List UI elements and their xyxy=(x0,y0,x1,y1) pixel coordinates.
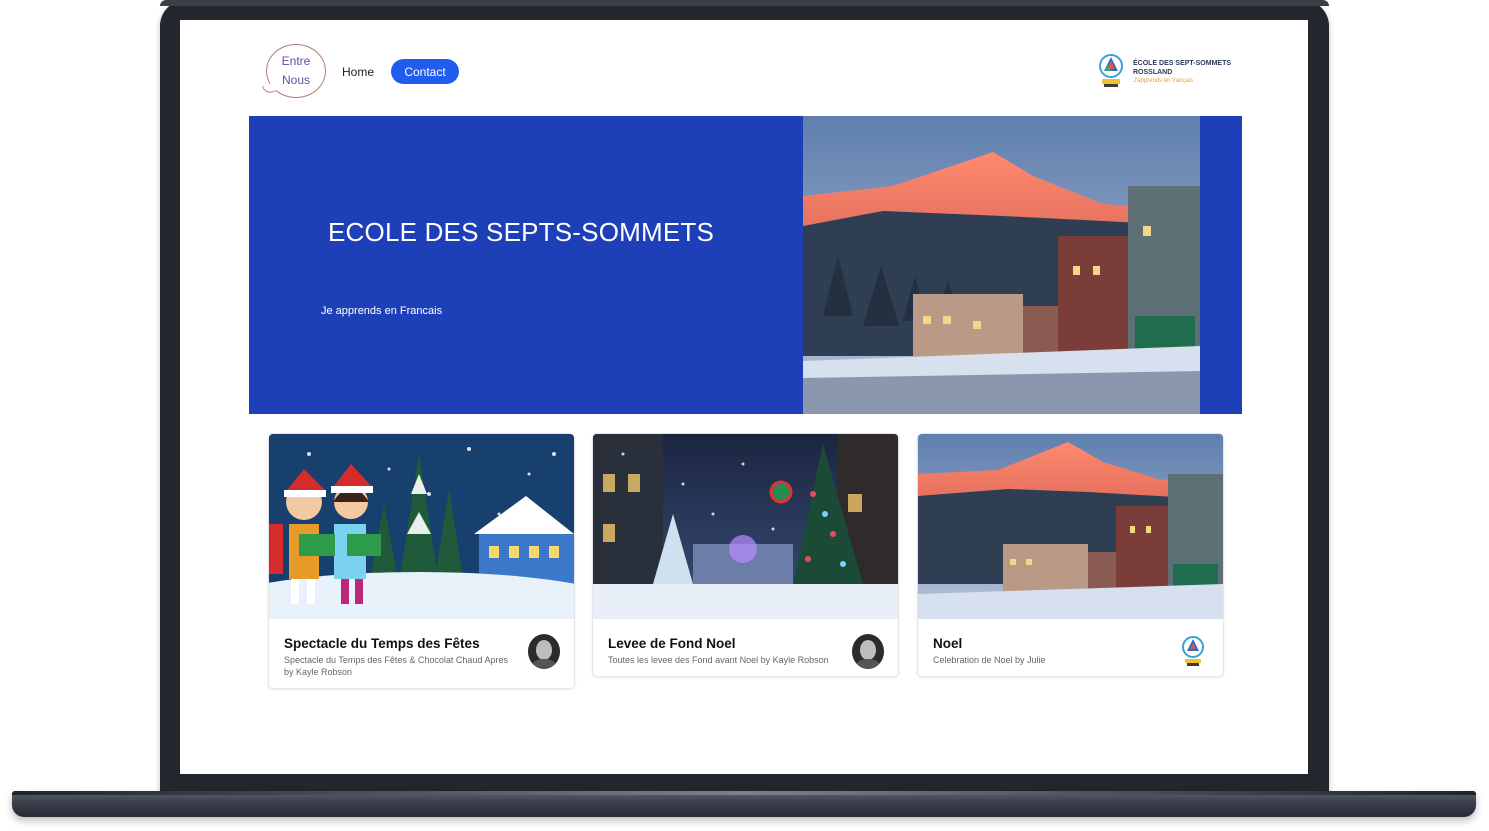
card-title: Levee de Fond Noel xyxy=(608,636,736,651)
logo-line-2: Nous xyxy=(281,73,310,87)
event-card-levee-de-fond[interactable]: Levee de Fond Noel Toutes les levee des … xyxy=(592,433,899,677)
card-body: Noel Celebration de Noel by Julie xyxy=(918,619,1223,676)
hero-subtitle: Je apprends en Francais xyxy=(321,305,443,317)
event-card-spectacle[interactable]: Spectacle du Temps des Fêtes Spectacle d… xyxy=(268,433,575,689)
logo-line-1: Entre xyxy=(281,54,311,68)
card-title: Spectacle du Temps des Fêtes xyxy=(284,636,480,651)
event-card-noel[interactable]: Noel Celebration de Noel by Julie xyxy=(917,433,1224,677)
hero-mountain-town-image xyxy=(803,116,1200,414)
school-name: ÉCOLE DES SEPT-SOMMETS ROSSLAND J'appren… xyxy=(1133,59,1231,86)
laptop-screen: Entre Nous Home Contact ÉCOLE DES SEPT-S… xyxy=(180,20,1308,774)
entre-nous-logo[interactable]: Entre Nous xyxy=(266,44,326,98)
author-avatar xyxy=(528,634,560,669)
school-name-line-2: ROSSLAND xyxy=(1133,69,1173,76)
nav-contact-button[interactable]: Contact xyxy=(391,59,459,84)
laptop-base xyxy=(12,791,1476,817)
card-image-carolers xyxy=(269,434,574,619)
school-tagline: J'apprends en français xyxy=(1133,78,1194,84)
hero-banner: ECOLE DES SEPTS-SOMMETS Je apprends en F… xyxy=(249,116,1242,414)
card-description: Celebration de Noel by Julie xyxy=(933,655,1046,665)
card-image-christmas-street xyxy=(593,434,898,619)
school-name-line-1: ÉCOLE DES SEPT-SOMMETS xyxy=(1133,60,1232,67)
card-body: Spectacle du Temps des Fêtes Spectacle d… xyxy=(269,619,574,688)
card-image-mountain-town xyxy=(918,434,1223,619)
card-description: Toutes les levee des Fond avant Noel by … xyxy=(608,655,829,665)
card-description: Spectacle du Temps des Fêtes & Chocolat … xyxy=(284,655,508,677)
hero-title: ECOLE DES SEPTS-SOMMETS xyxy=(328,217,715,247)
card-body: Levee de Fond Noel Toutes les levee des … xyxy=(593,619,898,676)
author-avatar xyxy=(852,634,884,669)
nav-home-link[interactable]: Home xyxy=(342,65,374,79)
card-title: Noel xyxy=(933,636,963,651)
school-emblem-icon xyxy=(1099,54,1123,87)
school-emblem-avatar-icon xyxy=(1177,634,1209,669)
